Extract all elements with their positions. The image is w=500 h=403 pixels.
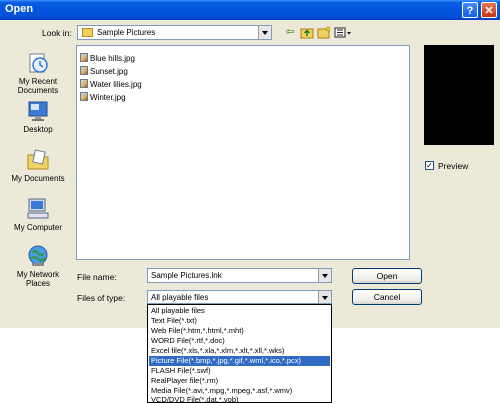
files-of-type-dropdown[interactable]: All playable files Text File(*.txt) Web … [147,304,332,403]
dropdown-option[interactable]: Excel file(*.xls,*.xla,*.xlm,*.xlt,*.xll… [149,346,330,356]
file-list[interactable]: Blue hills.jpg Sunset.jpg Water lilies.j… [76,45,410,260]
place-my-computer[interactable]: My Computer [6,197,70,232]
dropdown-option[interactable]: Text File(*.txt) [149,316,330,326]
preview-checkbox[interactable]: ✓ [425,161,434,170]
look-in-combo[interactable]: Sample Pictures [77,25,272,40]
place-label: My Computer [13,223,62,232]
place-label: My Documents [11,174,65,183]
look-in-label: Look in: [42,28,72,38]
back-arrow-icon[interactable]: ⇦ [283,26,297,39]
file-name-text: Sunset.jpg [90,67,128,76]
cancel-button[interactable]: Cancel [352,289,422,305]
list-item[interactable]: Water lilies.jpg [80,79,142,90]
desktop-icon [28,101,48,121]
title-bar[interactable]: Open ? ✕ [0,0,500,20]
file-name-value: Sample Pictures.lnk [151,271,222,280]
open-dialog: Open ? ✕ Look in: Sample Pictures ⇦ My R… [0,0,500,328]
network-places-icon [28,245,48,266]
image-file-icon [80,79,88,88]
dropdown-option[interactable]: WORD File(*.rtf,*.doc) [149,336,330,346]
file-name-label: File name: [77,272,117,282]
files-of-type-value: All playable files [151,293,209,302]
file-name-text: Blue hills.jpg [90,54,135,63]
image-file-icon [80,66,88,75]
dropdown-option[interactable]: RealPlayer file(*.rm) [149,376,330,386]
dropdown-option[interactable]: VCD/DVD File(*.dat,*.vob) [149,395,330,402]
file-name-text: Winter.jpg [90,93,126,102]
folder-icon [82,28,93,37]
close-button[interactable]: ✕ [481,2,497,18]
preview-label: Preview [438,161,469,171]
place-label: My Recent Documents [17,77,59,95]
dropdown-option[interactable]: FLASH File(*.swf) [149,366,330,376]
look-in-value: Sample Pictures [97,28,156,37]
file-name-text: Water lilies.jpg [90,80,142,89]
chevron-down-icon[interactable] [258,26,271,39]
place-desktop[interactable]: Desktop [6,99,70,134]
dropdown-option[interactable]: Web File(*.htm,*.html,*.mht) [149,326,330,336]
place-label: Desktop [23,125,53,134]
place-my-network-places[interactable]: My Network Places [6,244,70,288]
place-my-documents[interactable]: My Documents [6,148,70,183]
open-button[interactable]: Open [352,268,422,284]
help-button[interactable]: ? [462,2,478,18]
dropdown-option-selected[interactable]: Picture File(*.bmp,*.jpg,*.gif,*.wml,*.i… [149,356,330,366]
image-file-icon [80,53,88,62]
recent-documents-icon [29,53,48,73]
up-one-level-icon[interactable] [300,26,314,39]
image-file-icon [80,92,88,101]
my-computer-icon [27,198,49,219]
list-item[interactable]: Winter.jpg [80,92,126,103]
place-my-recent-documents[interactable]: My Recent Documents [6,51,70,95]
my-documents-icon [27,149,49,170]
list-item[interactable]: Sunset.jpg [80,66,128,77]
chevron-down-icon[interactable] [318,291,331,303]
dropdown-option[interactable]: All playable files [149,306,330,316]
list-item[interactable]: Blue hills.jpg [80,53,135,64]
file-name-field[interactable]: Sample Pictures.lnk [147,268,332,283]
window-title: Open [5,3,34,15]
place-label: My Network Places [16,270,60,288]
chevron-down-icon[interactable] [318,269,331,282]
new-folder-icon[interactable] [317,25,332,39]
files-of-type-select[interactable]: All playable files [147,290,332,304]
places-bar: My Recent Documents Desktop My Documents [6,45,70,295]
files-of-type-label: Files of type: [77,293,126,303]
preview-pane [424,45,494,145]
view-menu-icon[interactable] [334,26,352,39]
